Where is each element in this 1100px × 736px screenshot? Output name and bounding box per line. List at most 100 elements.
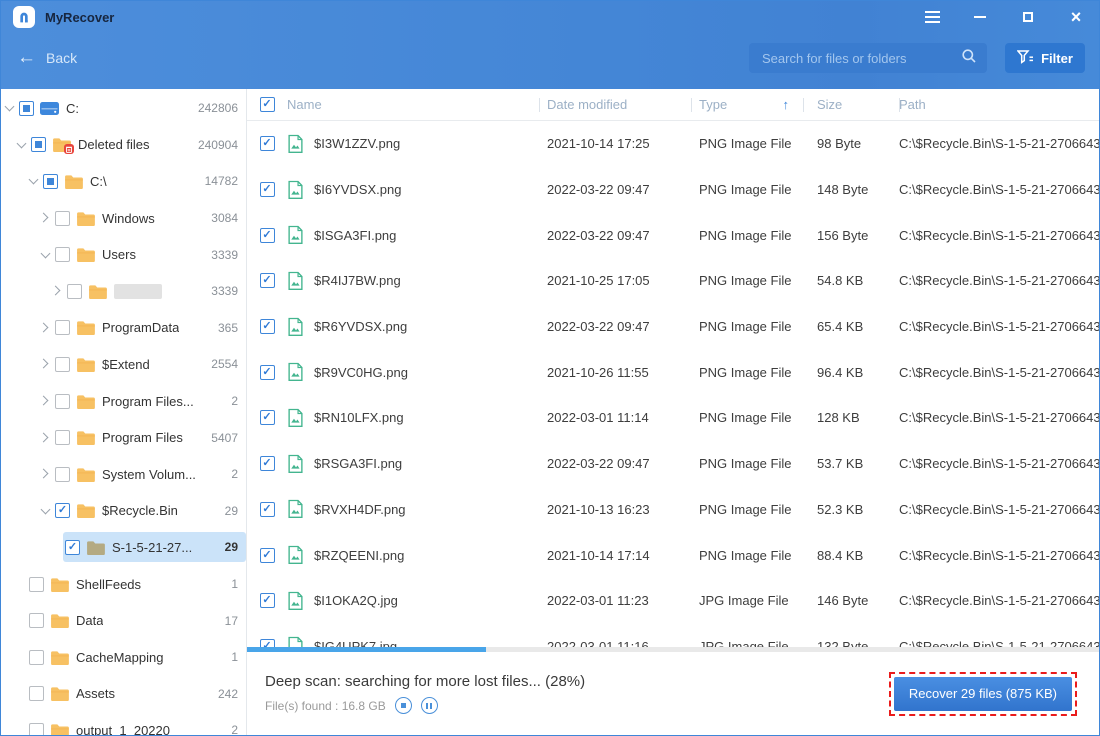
table-row[interactable]: $ISGA3FI.png 2022-03-22 09:47 PNG Image … bbox=[247, 212, 1099, 258]
tree-item[interactable]: 3339 bbox=[1, 273, 246, 310]
tree-item-checkbox[interactable] bbox=[55, 210, 70, 226]
column-header-date-modified[interactable]: Date modified bbox=[539, 97, 691, 112]
tree-item-label: output_1_20220 bbox=[76, 722, 170, 735]
tree-item[interactable]: Program Files 5407 bbox=[1, 419, 246, 456]
tree-item-checkbox[interactable] bbox=[29, 686, 44, 702]
file-size: 52.3 KB bbox=[817, 501, 864, 517]
column-header-path[interactable]: Path bbox=[899, 97, 1099, 112]
table-row[interactable]: $RSGA3FI.png 2022-03-22 09:47 PNG Image … bbox=[247, 441, 1099, 487]
select-all-checkbox[interactable] bbox=[259, 97, 275, 112]
back-button[interactable]: ← Back bbox=[17, 48, 77, 67]
tree-item-checkbox[interactable] bbox=[55, 466, 70, 482]
table-row[interactable]: $I6YVDSX.png 2022-03-22 09:47 PNG Image … bbox=[247, 167, 1099, 213]
chevron-icon[interactable] bbox=[27, 174, 41, 188]
tree-item[interactable]: C:\ 14782 bbox=[1, 163, 246, 200]
close-icon[interactable]: × bbox=[1067, 8, 1085, 26]
table-row[interactable]: $RVXH4DF.png 2021-10-13 16:23 PNG Image … bbox=[247, 487, 1099, 533]
tree-item-checkbox[interactable] bbox=[29, 722, 44, 735]
table-row[interactable]: $RN10LFX.png 2022-03-01 11:14 PNG Image … bbox=[247, 395, 1099, 441]
tree-item[interactable]: $Recycle.Bin 29 bbox=[1, 493, 246, 530]
maximize-icon[interactable] bbox=[1019, 8, 1037, 26]
chevron-icon[interactable] bbox=[51, 284, 65, 298]
tree-item-checkbox[interactable] bbox=[55, 393, 70, 409]
tree-item[interactable]: S-1-5-21-27... 29 bbox=[1, 529, 246, 566]
filter-button[interactable]: Filter bbox=[1005, 43, 1085, 73]
tree-item[interactable]: ProgramData 365 bbox=[1, 310, 246, 347]
row-checkbox[interactable] bbox=[259, 227, 275, 243]
stop-scan-button[interactable] bbox=[394, 697, 412, 714]
column-header-name[interactable]: Name bbox=[287, 97, 539, 112]
tree-item-checkbox[interactable] bbox=[55, 430, 70, 446]
table-row[interactable]: $R6YVDSX.png 2022-03-22 09:47 PNG Image … bbox=[247, 304, 1099, 350]
chevron-icon[interactable] bbox=[39, 467, 53, 481]
tree-item[interactable]: C: 242806 bbox=[1, 90, 246, 127]
chevron-icon[interactable] bbox=[39, 504, 53, 518]
row-checkbox[interactable] bbox=[259, 136, 275, 152]
row-checkbox[interactable] bbox=[259, 456, 275, 472]
row-checkbox[interactable] bbox=[259, 638, 275, 647]
table-row[interactable]: $R4IJ7BW.png 2021-10-25 17:05 PNG Image … bbox=[247, 258, 1099, 304]
chevron-icon[interactable] bbox=[15, 138, 29, 152]
tree-item-checkbox[interactable] bbox=[29, 576, 44, 592]
chevron-icon[interactable] bbox=[39, 394, 53, 408]
pause-scan-button[interactable] bbox=[420, 697, 438, 714]
column-header-type[interactable]: Type ↑ bbox=[691, 97, 803, 112]
search-input[interactable] bbox=[760, 49, 961, 67]
tree-item-checkbox[interactable] bbox=[55, 247, 70, 263]
chevron-icon[interactable] bbox=[39, 357, 53, 371]
tree-item-checkbox[interactable] bbox=[67, 283, 82, 299]
tree-item-checkbox[interactable] bbox=[55, 503, 70, 519]
sort-ascending-icon[interactable]: ↑ bbox=[783, 97, 790, 112]
tree-item-checkbox[interactable] bbox=[43, 173, 58, 189]
tree-item[interactable]: Windows 3084 bbox=[1, 200, 246, 237]
row-checkbox[interactable] bbox=[259, 182, 275, 198]
recover-highlight-box: Recover 29 files (875 KB) bbox=[888, 671, 1077, 716]
tree-item-checkbox[interactable] bbox=[29, 649, 44, 665]
row-checkbox[interactable] bbox=[259, 593, 275, 609]
tree-item-checkbox[interactable] bbox=[31, 137, 46, 153]
table-rows: $I3W1ZZV.png 2021-10-14 17:25 PNG Image … bbox=[247, 121, 1099, 647]
tree-item[interactable]: Users 3339 bbox=[1, 236, 246, 273]
row-checkbox[interactable] bbox=[259, 547, 275, 563]
tree-item-checkbox[interactable] bbox=[65, 539, 80, 555]
table-row[interactable]: $R9VC0HG.png 2021-10-26 11:55 PNG Image … bbox=[247, 349, 1099, 395]
tree-item[interactable]: CacheMapping 1 bbox=[1, 639, 246, 676]
row-checkbox[interactable] bbox=[259, 501, 275, 517]
chevron-icon[interactable] bbox=[3, 101, 17, 115]
chevron-icon[interactable] bbox=[39, 431, 53, 445]
table-row[interactable]: $RZQEENI.png 2021-10-14 17:14 PNG Image … bbox=[247, 532, 1099, 578]
table-row[interactable]: $I1OKA2Q.jpg 2022-03-01 11:23 JPG Image … bbox=[247, 578, 1099, 624]
tree-item[interactable]: Program Files... 2 bbox=[1, 383, 246, 420]
tree-item[interactable]: output_1_20220 2 bbox=[1, 712, 246, 735]
chevron-icon[interactable] bbox=[39, 248, 53, 262]
tree-item-checkbox[interactable] bbox=[19, 100, 34, 116]
column-header-size[interactable]: Size bbox=[803, 97, 899, 112]
tree-item[interactable]: ShellFeeds 1 bbox=[1, 566, 246, 603]
file-size: 65.4 KB bbox=[817, 319, 864, 335]
menu-icon[interactable] bbox=[923, 8, 941, 26]
tree-item[interactable]: System Volum... 2 bbox=[1, 456, 246, 493]
table-row[interactable]: $I3W1ZZV.png 2021-10-14 17:25 PNG Image … bbox=[247, 121, 1099, 167]
row-checkbox[interactable] bbox=[259, 319, 275, 335]
row-checkbox[interactable] bbox=[259, 273, 275, 289]
row-checkbox[interactable] bbox=[259, 364, 275, 380]
search-box[interactable] bbox=[749, 43, 987, 73]
tree-item-checkbox[interactable] bbox=[29, 613, 44, 629]
chevron-icon[interactable] bbox=[39, 211, 53, 225]
search-icon[interactable] bbox=[961, 48, 977, 69]
tree-item-count: 29 bbox=[224, 503, 238, 518]
chevron-icon[interactable] bbox=[39, 321, 53, 335]
minimize-icon[interactable] bbox=[971, 8, 989, 26]
tree-item[interactable]: Assets 242 bbox=[1, 676, 246, 713]
tree-item[interactable]: Deleted files 240904 bbox=[1, 127, 246, 164]
tree-item-checkbox[interactable] bbox=[55, 356, 70, 372]
tree-item-checkbox[interactable] bbox=[55, 320, 70, 336]
recover-button[interactable]: Recover 29 files (875 KB) bbox=[893, 676, 1072, 711]
tree-item[interactable]: $Extend 2554 bbox=[1, 346, 246, 383]
file-size: 156 Byte bbox=[817, 227, 869, 243]
folder-icon bbox=[50, 650, 69, 665]
row-checkbox[interactable] bbox=[259, 410, 275, 426]
folder-icon bbox=[64, 174, 83, 189]
table-row[interactable]: $IG4UPK7.jpg 2022-03-01 11:16 JPG Image … bbox=[247, 624, 1099, 647]
tree-item[interactable]: Data 17 bbox=[1, 602, 246, 639]
